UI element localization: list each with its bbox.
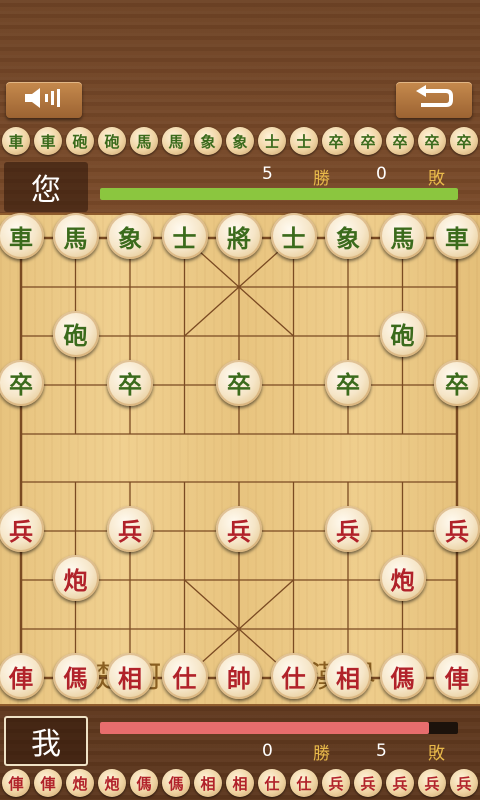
black-piece[interactable]: 車: [0, 213, 44, 259]
captured-piece: 車: [34, 127, 62, 155]
captured-piece: 兵: [386, 769, 414, 797]
opponent-progress-bar: [100, 188, 458, 200]
black-piece[interactable]: 卒: [434, 359, 480, 406]
captured-piece: 傌: [162, 769, 190, 797]
red-piece[interactable]: 傌: [52, 653, 99, 700]
captured-piece: 俥: [2, 769, 30, 797]
my-losses-label: 敗: [428, 744, 445, 764]
opponent-losses: 0: [376, 164, 387, 184]
captured-piece: 象: [226, 127, 254, 155]
captured-piece: 炮: [98, 769, 126, 797]
speaker-volume-icon: [22, 85, 66, 115]
captured-piece: 傌: [130, 769, 158, 797]
black-piece[interactable]: 砲: [52, 310, 99, 357]
black-piece[interactable]: 象: [107, 213, 153, 259]
captured-piece: 仕: [290, 769, 318, 797]
undo-button[interactable]: [396, 82, 472, 118]
black-piece[interactable]: 卒: [107, 359, 153, 406]
black-piece[interactable]: 車: [434, 213, 480, 259]
captured-piece: 卒: [386, 127, 414, 155]
captured-piece: 相: [226, 769, 254, 797]
captured-piece: 砲: [98, 127, 126, 155]
captured-piece: 兵: [322, 769, 350, 797]
captured-piece: 象: [194, 127, 222, 155]
red-piece[interactable]: 炮: [52, 555, 99, 602]
black-piece[interactable]: 士: [161, 213, 208, 259]
red-piece[interactable]: 仕: [161, 653, 208, 700]
my-progress-bar: [100, 722, 458, 734]
my-progress-fill: [100, 722, 430, 734]
red-piece[interactable]: 俥: [434, 653, 480, 700]
captured-piece: 相: [194, 769, 222, 797]
black-piece[interactable]: 將: [216, 213, 262, 259]
captured-piece: 卒: [354, 127, 382, 155]
captured-piece: 車: [2, 127, 30, 155]
my-captured-pieces: 俥俥炮炮傌傌相相仕仕兵兵兵兵兵: [0, 766, 480, 800]
red-piece[interactable]: 相: [107, 653, 153, 700]
captured-piece: 兵: [450, 769, 478, 797]
black-piece[interactable]: 卒: [216, 359, 262, 406]
opponent-losses-label: 敗: [428, 169, 445, 189]
my-panel: 我 0 勝 5 敗: [0, 712, 480, 770]
red-piece[interactable]: 相: [325, 653, 371, 700]
my-wins: 0: [262, 741, 273, 761]
captured-piece: 砲: [66, 127, 94, 155]
my-avatar: 我: [4, 716, 88, 766]
red-piece[interactable]: 傌: [379, 653, 426, 700]
black-piece[interactable]: 卒: [0, 359, 44, 406]
black-piece[interactable]: 砲: [379, 310, 426, 357]
opponent-captured-pieces: 車車砲砲馬馬象象士士卒卒卒卒卒: [0, 124, 480, 158]
captured-piece: 炮: [66, 769, 94, 797]
captured-piece: 卒: [418, 127, 446, 155]
xiangqi-board[interactable]: 楚河 漢界: [0, 213, 480, 706]
my-losses: 5: [376, 741, 387, 761]
my-wins-label: 勝: [313, 744, 330, 764]
undo-arrow-icon: [412, 85, 456, 115]
red-piece[interactable]: 仕: [270, 653, 317, 700]
captured-piece: 兵: [354, 769, 382, 797]
captured-piece: 士: [258, 127, 286, 155]
captured-piece: 馬: [162, 127, 190, 155]
opponent-avatar: 您: [4, 162, 88, 212]
sound-button[interactable]: [6, 82, 82, 118]
opponent-progress-fill: [100, 188, 458, 200]
black-piece[interactable]: 卒: [325, 359, 371, 406]
opponent-panel: 您 5 勝 0 敗: [0, 158, 480, 216]
opponent-wins: 5: [262, 164, 273, 184]
captured-piece: 馬: [130, 127, 158, 155]
opponent-wins-label: 勝: [313, 169, 330, 189]
board-grid: [19, 236, 459, 680]
captured-piece: 卒: [322, 127, 350, 155]
captured-piece: 卒: [450, 127, 478, 155]
black-piece[interactable]: 士: [270, 213, 317, 259]
red-piece[interactable]: 炮: [379, 555, 426, 602]
captured-piece: 兵: [418, 769, 446, 797]
captured-piece: 仕: [258, 769, 286, 797]
captured-piece: 士: [290, 127, 318, 155]
black-piece[interactable]: 馬: [379, 213, 426, 259]
black-piece[interactable]: 馬: [52, 213, 99, 259]
captured-piece: 俥: [34, 769, 62, 797]
black-piece[interactable]: 象: [325, 213, 371, 259]
red-piece[interactable]: 帥: [216, 653, 262, 700]
